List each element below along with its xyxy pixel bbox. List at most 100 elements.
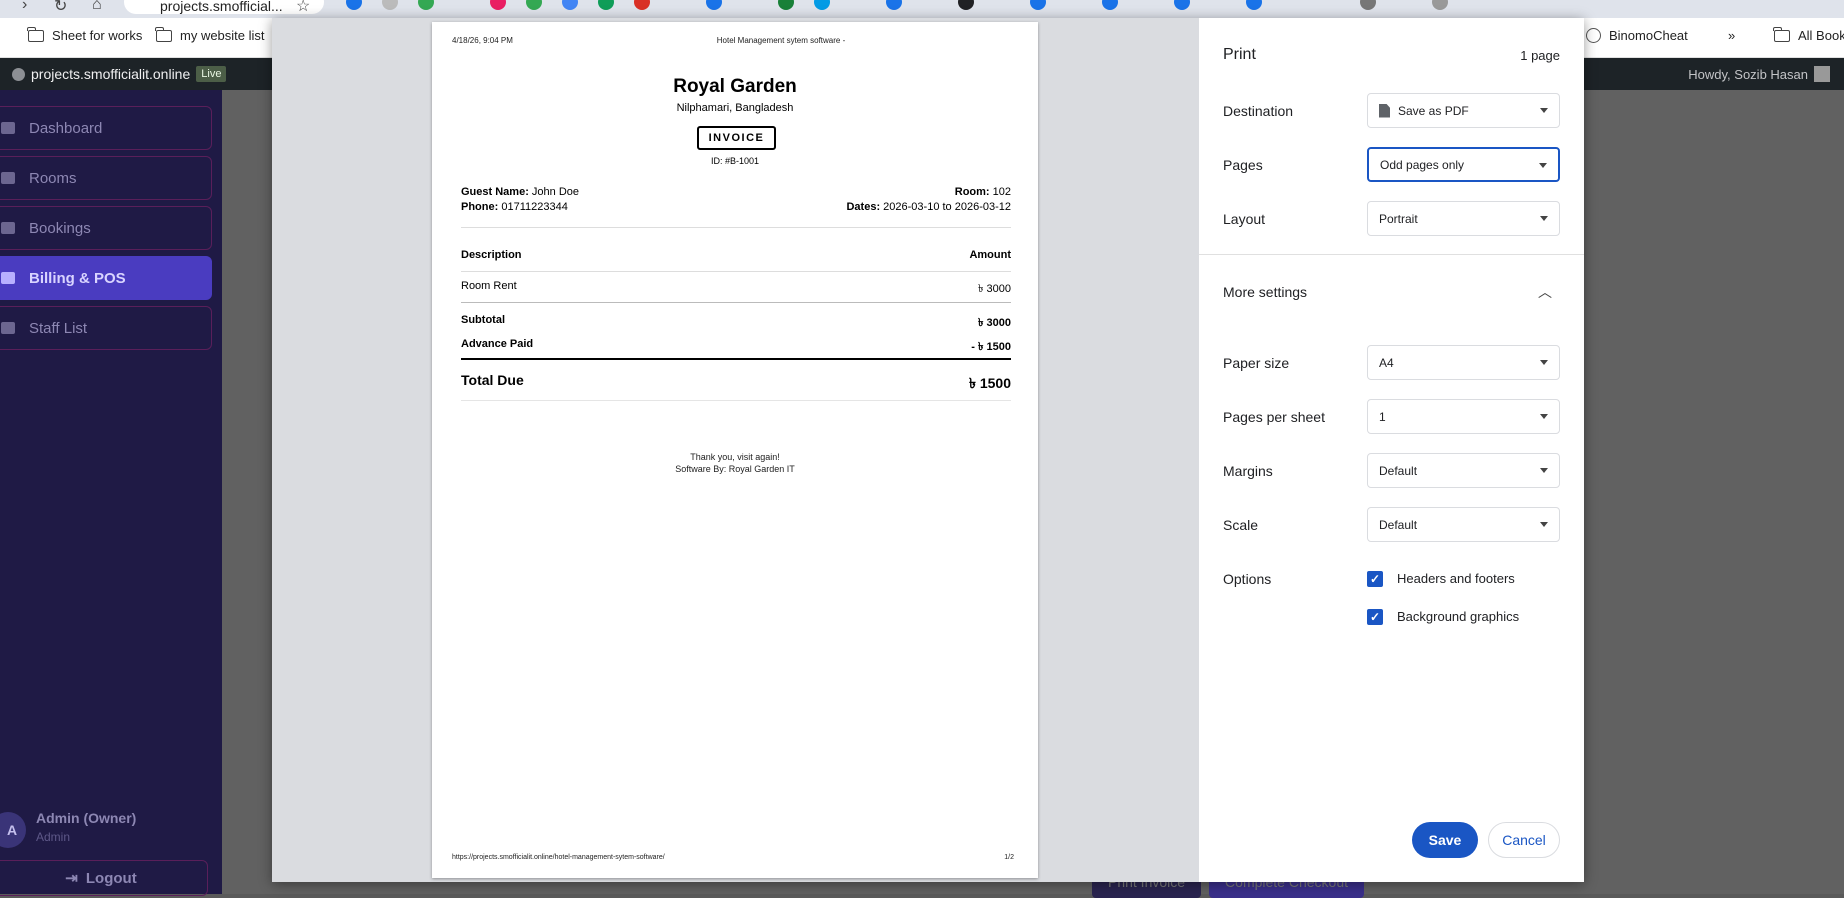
nav-bookings[interactable]: Bookings <box>0 206 212 250</box>
admin-bar-account[interactable]: Howdy, Sozib Hasan <box>1688 66 1830 82</box>
more-settings-toggle[interactable]: More settings <box>1223 284 1307 300</box>
page-footer-number: 1/2 <box>1004 854 1014 861</box>
extension-icon[interactable] <box>1102 0 1118 10</box>
invoice-id: ID: #B-1001 <box>710 156 760 166</box>
total-due-row: Total Due ৳ 1500 <box>461 372 1011 391</box>
thanks-note: Thank you, visit again! <box>690 452 780 462</box>
page-count: 1 page <box>1520 48 1560 63</box>
avatar <box>1814 66 1830 82</box>
scale-select[interactable]: Default <box>1367 507 1560 542</box>
extension-icon[interactable] <box>1030 0 1046 10</box>
extension-icon[interactable] <box>958 0 974 10</box>
users-icon <box>1 322 15 334</box>
extension-icon[interactable] <box>418 0 434 10</box>
live-badge: Live <box>196 66 227 82</box>
nav-billing-pos[interactable]: Billing & POS <box>0 256 212 300</box>
pages-per-sheet-select[interactable]: 1 <box>1367 399 1560 434</box>
forward-icon[interactable]: › <box>22 0 27 14</box>
globe-icon <box>1586 28 1601 43</box>
extension-icon[interactable] <box>1246 0 1262 10</box>
table-header: Description Amount <box>461 249 1011 261</box>
app-sidebar: Dashboard Rooms Bookings Billing & POS S… <box>0 90 222 896</box>
address-bar[interactable]: projects.smofficial... <box>124 0 324 14</box>
extension-icon[interactable] <box>1360 0 1376 10</box>
divider <box>461 400 1011 401</box>
divider <box>461 358 1011 360</box>
destination-label: Destination <box>1223 103 1294 119</box>
guest-name: John Doe <box>531 186 580 198</box>
extension-icon[interactable] <box>562 0 578 10</box>
chevron-up-icon[interactable]: ︿ <box>1538 282 1552 302</box>
preview-page: 4/18/26, 9:04 PM Hotel Management sytem … <box>432 22 1038 878</box>
logout-button[interactable]: ⇥ Logout <box>0 860 208 896</box>
folder-icon <box>1773 26 1790 42</box>
print-preview-area: 4/18/26, 9:04 PM Hotel Management sytem … <box>272 18 1199 882</box>
dropdown-arrow-icon <box>1540 468 1548 473</box>
extension-icon[interactable] <box>778 0 794 10</box>
table-row: Room Rent ৳ 3000 <box>461 280 1011 295</box>
divider <box>1199 254 1584 255</box>
extension-icon[interactable] <box>526 0 542 10</box>
pages-per-sheet-label: Pages per sheet <box>1223 409 1325 425</box>
headers-footers-label[interactable]: Headers and footers <box>1397 571 1515 586</box>
guest-room-row: Guest Name: John Doe Room: 102 <box>461 186 1011 198</box>
dashboard-icon <box>12 67 25 81</box>
bed-icon <box>1 172 15 184</box>
stay-dates: 2026-03-10 to 2026-03-12 <box>883 201 1011 213</box>
bookmark-all-bookmarks[interactable]: All Bookm <box>1773 26 1844 43</box>
browser-toolbar: › ↻ ⌂ projects.smofficial... ☆ <box>0 0 1844 18</box>
hotel-name: Royal Garden <box>673 76 797 97</box>
nav-dashboard[interactable]: Dashboard <box>0 106 212 150</box>
phone-dates-row: Phone: 01711223344 Dates: 2026-03-10 to … <box>461 201 1011 213</box>
invoice-badge: INVOICE <box>697 126 776 150</box>
save-button[interactable]: Save <box>1412 822 1478 858</box>
bookmark-star-icon[interactable]: ☆ <box>296 0 310 16</box>
headers-footers-checkbox[interactable]: ✓ <box>1367 571 1383 587</box>
destination-select[interactable]: Save as PDF <box>1367 93 1560 128</box>
more-bookmarks-button[interactable]: » <box>1728 28 1735 43</box>
background-graphics-label[interactable]: Background graphics <box>1397 609 1519 624</box>
extension-icon[interactable] <box>490 0 506 10</box>
layout-select[interactable]: Portrait <box>1367 201 1560 236</box>
room-number: 102 <box>992 186 1011 198</box>
nav-rooms[interactable]: Rooms <box>0 156 212 200</box>
pages-label: Pages <box>1223 157 1263 173</box>
advance-row: Advance Paid - ৳ 1500 <box>461 338 1011 353</box>
paper-size-select[interactable]: A4 <box>1367 345 1560 380</box>
admin-bar-site[interactable]: projects.smofficialit.online Live <box>12 66 227 82</box>
options-label: Options <box>1223 571 1272 587</box>
credit-card-icon <box>1 272 15 284</box>
extension-icon[interactable] <box>886 0 902 10</box>
address-text: projects.smofficial... <box>160 0 283 14</box>
home-icon[interactable]: ⌂ <box>92 0 102 14</box>
extension-icon[interactable] <box>346 0 362 10</box>
margins-select[interactable]: Default <box>1367 453 1560 488</box>
extension-icon[interactable] <box>706 0 722 10</box>
pages-select[interactable]: Odd pages only <box>1367 147 1560 182</box>
folder-icon <box>155 26 172 42</box>
bookmark-binomocheat[interactable]: BinomoCheat <box>1586 28 1688 43</box>
extension-icon[interactable] <box>634 0 650 10</box>
layout-label: Layout <box>1223 211 1266 227</box>
calendar-icon <box>1 222 15 234</box>
bookmark-my-website-list[interactable]: my website list <box>155 26 265 43</box>
paper-size-label: Paper size <box>1223 355 1290 371</box>
page-footer-url: https://projects.smofficialit.online/hot… <box>452 854 665 861</box>
background-graphics-checkbox[interactable]: ✓ <box>1367 609 1383 625</box>
extension-icon[interactable] <box>1432 0 1448 10</box>
scale-label: Scale <box>1223 517 1259 533</box>
dropdown-arrow-icon <box>1539 163 1547 168</box>
reload-icon[interactable]: ↻ <box>54 0 67 16</box>
bookmark-sheet-for-works[interactable]: Sheet for works <box>27 26 142 43</box>
cancel-button[interactable]: Cancel <box>1488 822 1560 858</box>
extension-icon[interactable] <box>814 0 830 10</box>
extension-icon[interactable] <box>1174 0 1190 10</box>
avatar: A <box>0 812 26 848</box>
extension-icon[interactable] <box>382 0 398 10</box>
dashboard-icon <box>1 122 15 134</box>
extension-icon[interactable] <box>598 0 614 10</box>
nav-staff-list[interactable]: Staff List <box>0 306 212 350</box>
divider <box>461 302 1011 303</box>
dropdown-arrow-icon <box>1540 360 1548 365</box>
print-settings-panel: Print 1 page Destination Save as PDF Pag… <box>1199 18 1584 882</box>
